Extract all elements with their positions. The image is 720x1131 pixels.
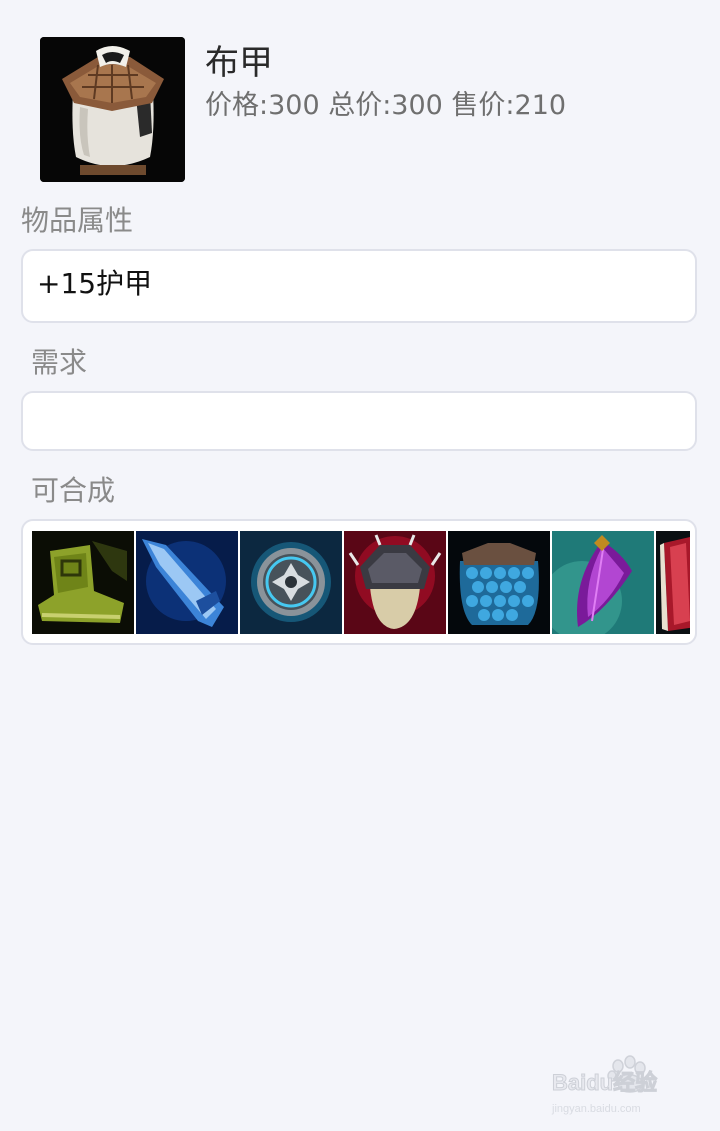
item-name: 布甲: [205, 43, 273, 83]
blue-blade-item-icon[interactable]: [136, 531, 238, 634]
requirements-label: 需求: [31, 346, 88, 379]
spiked-shoulder-armor-icon[interactable]: [344, 531, 446, 634]
watermark-text: Baidu经验: [552, 1070, 657, 1095]
attributes-box: +15护甲: [21, 249, 697, 323]
baidu-jingyan-watermark: Baidu经验 jingyan.baidu.com: [550, 1050, 710, 1120]
requirements-box: [21, 391, 697, 451]
builds-into-box: [21, 519, 697, 645]
item-price: 价格:300 总价:300 售价:210: [205, 90, 567, 121]
attributes-value: +15护甲: [37, 267, 153, 300]
watermark-subtext: jingyan.baidu.com: [551, 1103, 641, 1115]
builds-into-label: 可合成: [31, 474, 116, 507]
builds-into-strip[interactable]: [32, 531, 690, 634]
scale-mail-bag-icon[interactable]: [448, 531, 550, 634]
ninja-tabi-boots-icon[interactable]: [32, 531, 134, 634]
item-header: 布甲 价格:300 总价:300 售价:210: [40, 37, 680, 182]
purple-feather-item-icon[interactable]: [552, 531, 654, 634]
red-book-item-icon[interactable]: [656, 531, 690, 634]
attributes-label: 物品属性: [21, 204, 134, 237]
silver-medallion-item-icon[interactable]: [240, 531, 342, 634]
cloth-armor-icon: [40, 37, 185, 182]
